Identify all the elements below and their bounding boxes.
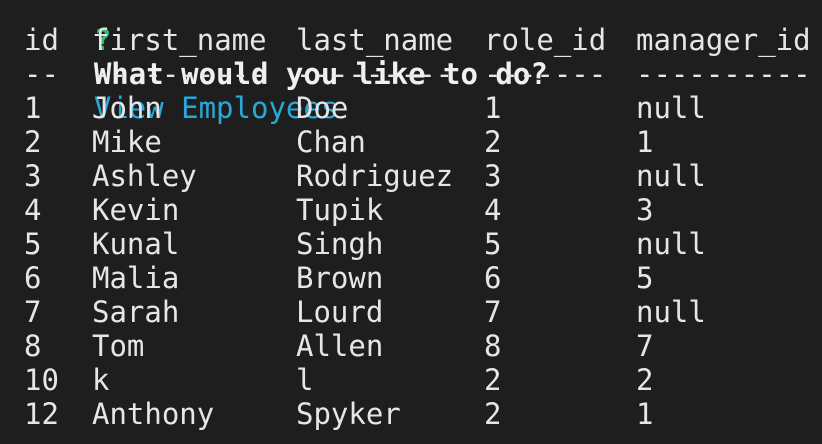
cell-first-name: Anthony	[92, 397, 215, 431]
cell-manager-id: null	[636, 91, 706, 125]
cell-last-name: Singh	[296, 227, 384, 261]
table-row: 12 Anthony Spyker 2 1	[24, 397, 653, 431]
cell-role-id: 8	[484, 329, 502, 363]
table-header-row: id first_name last_name role_id manager_…	[24, 23, 811, 57]
column-header-first-name: first_name	[92, 23, 267, 57]
cell-first-name: Tom	[92, 329, 145, 363]
column-header-last-name: last_name	[296, 23, 454, 57]
cell-role-id: 4	[484, 193, 502, 227]
cell-last-name: Rodriguez	[296, 159, 454, 193]
cell-last-name: l	[296, 363, 314, 397]
cell-first-name: Kunal	[92, 227, 180, 261]
table-row: 10 k l 2 2	[24, 363, 653, 397]
cell-role-id: 2	[484, 363, 502, 397]
table-row: 7 Sarah Lourd 7 null	[24, 295, 706, 329]
terminal-window[interactable]: ? What would you like to do? View Employ…	[0, 0, 822, 444]
cell-id: 6	[24, 261, 42, 295]
table-row: 1 John Doe 1 null	[24, 91, 706, 125]
cell-manager-id: 1	[636, 397, 654, 431]
cell-manager-id: 3	[636, 193, 654, 227]
separator-role-id: -------	[484, 57, 607, 91]
cell-role-id: 5	[484, 227, 502, 261]
table-row: 5 Kunal Singh 5 null	[24, 227, 706, 261]
cell-id: 4	[24, 193, 42, 227]
cell-first-name: Sarah	[92, 295, 180, 329]
cell-role-id: 6	[484, 261, 502, 295]
cell-last-name: Chan	[296, 125, 366, 159]
cell-id: 10	[24, 363, 59, 397]
cell-first-name: Malia	[92, 261, 180, 295]
cell-id: 3	[24, 159, 42, 193]
cell-role-id: 7	[484, 295, 502, 329]
cell-id: 2	[24, 125, 42, 159]
cell-last-name: Allen	[296, 329, 384, 363]
cell-last-name: Doe	[296, 91, 349, 125]
cell-id: 1	[24, 91, 42, 125]
cell-last-name: Tupik	[296, 193, 384, 227]
cell-id: 7	[24, 295, 42, 329]
separator-manager-id: ----------	[636, 57, 811, 91]
cell-role-id: 1	[484, 91, 502, 125]
cell-first-name: Ashley	[92, 159, 197, 193]
table-separator-row: -- ---------- --------- ------- --------…	[24, 57, 811, 91]
cell-manager-id: null	[636, 295, 706, 329]
cell-manager-id: 5	[636, 261, 654, 295]
prompt-line: ? What would you like to do? View Employ…	[24, 0, 548, 125]
table-row: 2 Mike Chan 2 1	[24, 125, 653, 159]
separator-last-name: ---------	[296, 57, 454, 91]
table-row: 6 Malia Brown 6 5	[24, 261, 653, 295]
cell-first-name: John	[92, 91, 162, 125]
cell-id: 8	[24, 329, 42, 363]
cell-first-name: Mike	[92, 125, 162, 159]
cell-id: 12	[24, 397, 59, 431]
table-row: 3 Ashley Rodriguez 3 null	[24, 159, 706, 193]
column-header-id: id	[24, 23, 59, 57]
table-row: 8 Tom Allen 8 7	[24, 329, 653, 363]
cell-id: 5	[24, 227, 42, 261]
separator-id: --	[24, 57, 59, 91]
cell-manager-id: 7	[636, 329, 654, 363]
cell-manager-id: 1	[636, 125, 654, 159]
cell-role-id: 3	[484, 159, 502, 193]
cell-manager-id: null	[636, 159, 706, 193]
cell-role-id: 2	[484, 125, 502, 159]
cell-manager-id: null	[636, 227, 706, 261]
column-header-role-id: role_id	[484, 23, 607, 57]
cell-last-name: Spyker	[296, 397, 401, 431]
cell-last-name: Lourd	[296, 295, 384, 329]
table-row: 4 Kevin Tupik 4 3	[24, 193, 653, 227]
separator-first-name: ----------	[92, 57, 267, 91]
cell-first-name: k	[92, 363, 110, 397]
column-header-manager-id: manager_id	[636, 23, 811, 57]
cell-first-name: Kevin	[92, 193, 180, 227]
cell-manager-id: 2	[636, 363, 654, 397]
cell-role-id: 2	[484, 397, 502, 431]
cell-last-name: Brown	[296, 261, 384, 295]
